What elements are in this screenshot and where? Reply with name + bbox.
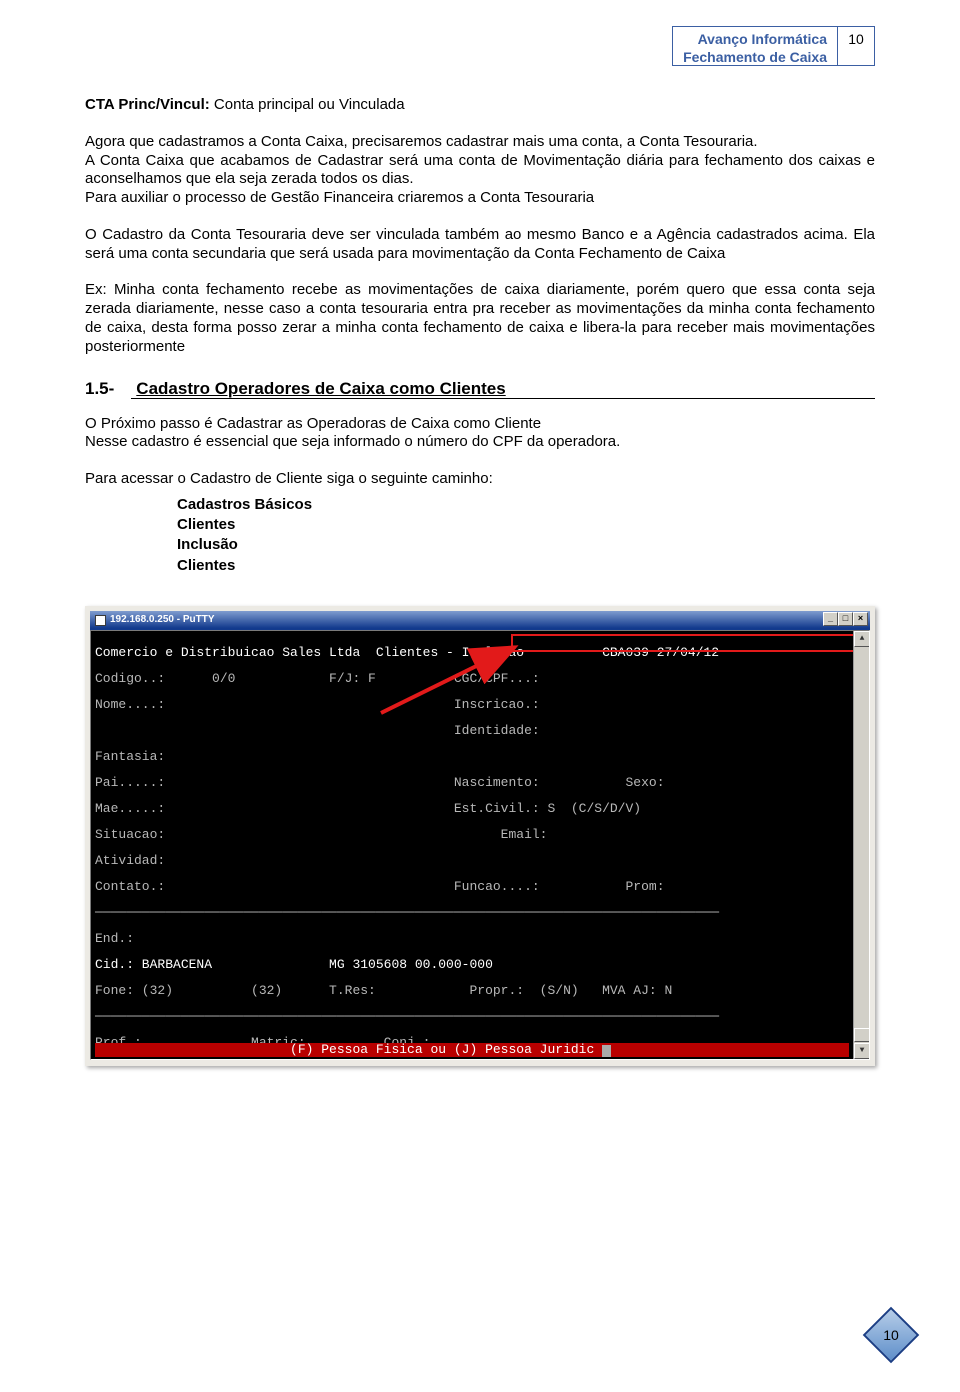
paragraph-5: Ex: Minha conta fechamento recebe as mov… — [85, 281, 875, 356]
term-row: Atividad: — [95, 854, 849, 867]
paragraph-7: Nesse cadastro é essencial que seja info… — [85, 433, 875, 452]
paragraph-3: Para auxiliar o processo de Gestão Finan… — [85, 189, 875, 208]
term-status-line: (F) Pessoa Fisica ou (J) Pessoa Juridic — [95, 1043, 849, 1057]
path-item: Inclusão — [177, 535, 875, 555]
paragraph-4: O Cadastro da Conta Tesouraria deve ser … — [85, 226, 875, 264]
scroll-up-button[interactable]: ▲ — [854, 631, 870, 647]
term-row: Situacao: Email: — [95, 828, 849, 841]
window-titlebar: 192.168.0.250 - PuTTY _ □ × — [90, 611, 870, 630]
term-row: Pai.....: Nascimento: Sexo: — [95, 776, 849, 789]
scroll-down-button[interactable]: ▼ — [854, 1043, 870, 1059]
paragraph-1: Agora que cadastramos a Conta Caixa, pre… — [85, 133, 875, 152]
paragraph-8: Para acessar o Cadastro de Cliente siga … — [85, 470, 875, 489]
term-row: End.: — [95, 932, 849, 945]
section-heading: 1.5- Cadastro Operadores de Caixa como Cl… — [85, 378, 875, 399]
close-button[interactable]: × — [853, 612, 868, 626]
scrollbar[interactable]: ▲ ▼ — [853, 631, 869, 1059]
term-row: Cid.: BARBACENA MG 3105608 00.000-000 — [95, 958, 849, 971]
term-row: Codigo..: 0/0 F/J: F CGC/CPF...: — [95, 672, 849, 685]
document-header: Avanço Informática Fechamento de Caixa 1… — [672, 26, 875, 66]
path-item: Cadastros Básicos — [177, 495, 875, 515]
term-separator: ────────────────────────────────────────… — [95, 906, 849, 919]
maximize-button[interactable]: □ — [838, 612, 853, 626]
term-row: Contato.: Funcao....: Prom: — [95, 880, 849, 893]
scroll-thumb[interactable] — [854, 1028, 870, 1042]
cta-value: Conta principal ou Vinculada — [214, 96, 405, 113]
path-item: Clientes — [177, 556, 875, 576]
header-line-2: Fechamento de Caixa — [683, 49, 827, 67]
path-item: Clientes — [177, 515, 875, 535]
menu-path-list: Cadastros Básicos Clientes Inclusão Clie… — [177, 495, 875, 576]
minimize-button[interactable]: _ — [823, 612, 838, 626]
putty-window: 192.168.0.250 - PuTTY _ □ × Comercio e D… — [85, 606, 875, 1066]
header-line-1: Avanço Informática — [683, 31, 827, 49]
cta-line: CTA Princ/Vincul: Conta principal ou Vin… — [85, 96, 875, 115]
term-row: Nome....: Inscricao.: — [95, 698, 849, 711]
putty-icon — [95, 615, 106, 626]
term-separator: ────────────────────────────────────────… — [95, 1010, 849, 1023]
terminal-content: Comercio e Distribuicao Sales Ltda Clien… — [95, 633, 849, 1060]
term-row: Fantasia: — [95, 750, 849, 763]
window-title: 192.168.0.250 - PuTTY — [110, 614, 215, 627]
term-row: Identidade: — [95, 724, 849, 737]
section-number: 1.5- — [85, 379, 114, 398]
paragraph-6: O Próximo passo é Cadastrar as Operadora… — [85, 415, 875, 434]
section-title-text: Cadastro Operadores de Caixa como Client… — [136, 379, 505, 398]
term-row: Fone: (32) (32) T.Res: Propr.: (S/N) MVA… — [95, 984, 849, 997]
term-header-line: Comercio e Distribuicao Sales Ltda Clien… — [95, 646, 849, 659]
page-number-top: 10 — [838, 27, 874, 65]
terminal-screen: Comercio e Distribuicao Sales Ltda Clien… — [90, 630, 870, 1060]
cursor-icon — [602, 1045, 611, 1057]
page-number-bottom: 10 — [862, 1327, 920, 1343]
term-row: Mae.....: Est.Civil.: S (C/S/D/V) — [95, 802, 849, 815]
paragraph-2: A Conta Caixa que acabamos de Cadastrar … — [85, 152, 875, 190]
cta-label: CTA Princ/Vincul: — [85, 96, 210, 113]
page-footer-diamond: 10 — [862, 1306, 920, 1364]
